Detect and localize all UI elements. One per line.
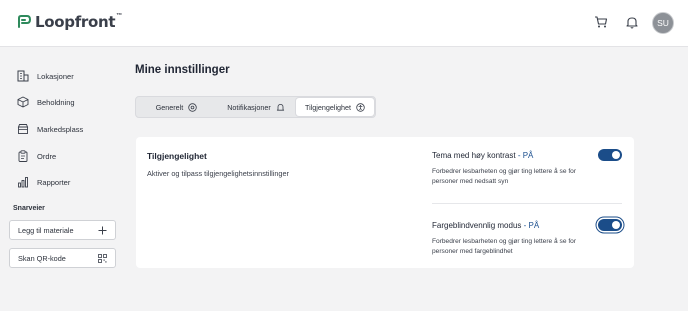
- sidebar-item-markedsplass[interactable]: Markedsplass: [17, 121, 83, 137]
- sidebar-item-rapporter[interactable]: Rapporter: [17, 174, 70, 190]
- setting-colorblind-mode: Fargeblindvennlig modus - PÅ Forbedrer l…: [432, 221, 622, 256]
- logo-text: Loopfront: [35, 13, 116, 31]
- shortcuts-title: Snarveier: [13, 205, 45, 212]
- toggle-knob: [612, 221, 620, 229]
- sidebar-item-ordre[interactable]: Ordre: [17, 148, 56, 164]
- setting-name: Fargeblindvennlig modus: [432, 221, 522, 230]
- setting-title: Tema med høy kontrast - PÅ: [432, 151, 622, 160]
- accessibility-card: Tilgjengelighet Aktiver og tilpass tilgj…: [136, 137, 634, 268]
- logo[interactable]: Loopfront ™: [16, 13, 122, 31]
- sidebar-item-label: Beholdning: [37, 97, 75, 107]
- setting-name: Tema med høy kontrast: [432, 151, 516, 160]
- sidebar-item-label: Markedsplass: [37, 124, 84, 134]
- setting-high-contrast: Tema med høy kontrast - PÅ Forbedrer les…: [432, 151, 622, 186]
- setting-state: - PÅ: [521, 221, 540, 230]
- settings-tabs: Generelt Notifikasjoner Tilgjengelighet: [135, 96, 376, 118]
- shortcut-label: Legg til materiale: [18, 225, 74, 235]
- avatar[interactable]: SU: [652, 12, 674, 34]
- toggle-knob: [612, 151, 620, 159]
- tab-generelt[interactable]: Generelt: [137, 98, 216, 116]
- box-icon: [17, 96, 29, 108]
- sidebar-item-lokasjoner[interactable]: Lokasjoner: [17, 68, 74, 84]
- setting-description: Forbedrer lesbarheten og gjør ting lette…: [432, 238, 577, 255]
- sidebar-item-label: Rapporter: [37, 177, 71, 187]
- setting-description: Forbedrer lesbarheten og gjør ting lette…: [432, 168, 577, 185]
- accessibility-icon: [356, 102, 365, 112]
- setting-title: Fargeblindvennlig modus - PÅ: [432, 221, 622, 230]
- loopfront-logo-icon: [18, 15, 32, 28]
- bell-icon: [276, 103, 284, 111]
- bell-icon[interactable]: [625, 15, 639, 29]
- settings-circle-icon: [188, 102, 197, 112]
- logo-trademark: ™: [116, 13, 123, 19]
- qr-code-icon: [98, 253, 107, 263]
- tab-label: Generelt: [155, 102, 184, 112]
- sidebar-item-label: Ordre: [37, 151, 57, 161]
- page-title: Mine innstillinger: [135, 64, 230, 76]
- tab-tilgjengelighet[interactable]: Tilgjengelighet: [296, 98, 374, 116]
- clipboard-icon: [18, 150, 28, 162]
- bar-chart-icon: [18, 177, 28, 188]
- card-title: Tilgjengelighet: [147, 151, 207, 161]
- cart-icon[interactable]: [594, 15, 608, 29]
- tab-notifikasjoner[interactable]: Notifikasjoner: [216, 98, 296, 116]
- add-material-button[interactable]: Legg til materiale: [9, 220, 116, 240]
- divider: [432, 203, 622, 204]
- shortcut-label: Skan QR-kode: [18, 253, 66, 263]
- plus-icon: [98, 226, 107, 234]
- top-bar: Loopfront ™ SU: [0, 0, 688, 47]
- building-icon: [17, 70, 29, 82]
- setting-state: - PÅ: [515, 151, 534, 160]
- sidebar-item-label: Lokasjoner: [37, 71, 74, 81]
- tab-label: Notifikasjoner: [227, 102, 271, 112]
- sidebar-item-beholdning[interactable]: Beholdning: [17, 94, 75, 110]
- tab-label: Tilgjengelighet: [304, 102, 352, 112]
- high-contrast-toggle[interactable]: [598, 149, 622, 161]
- colorblind-mode-toggle[interactable]: [598, 219, 622, 231]
- scan-qr-button[interactable]: Skan QR-kode: [9, 248, 116, 268]
- store-icon: [17, 124, 29, 134]
- card-description: Aktiver og tilpass tilgjengelighetsinnst…: [147, 169, 289, 178]
